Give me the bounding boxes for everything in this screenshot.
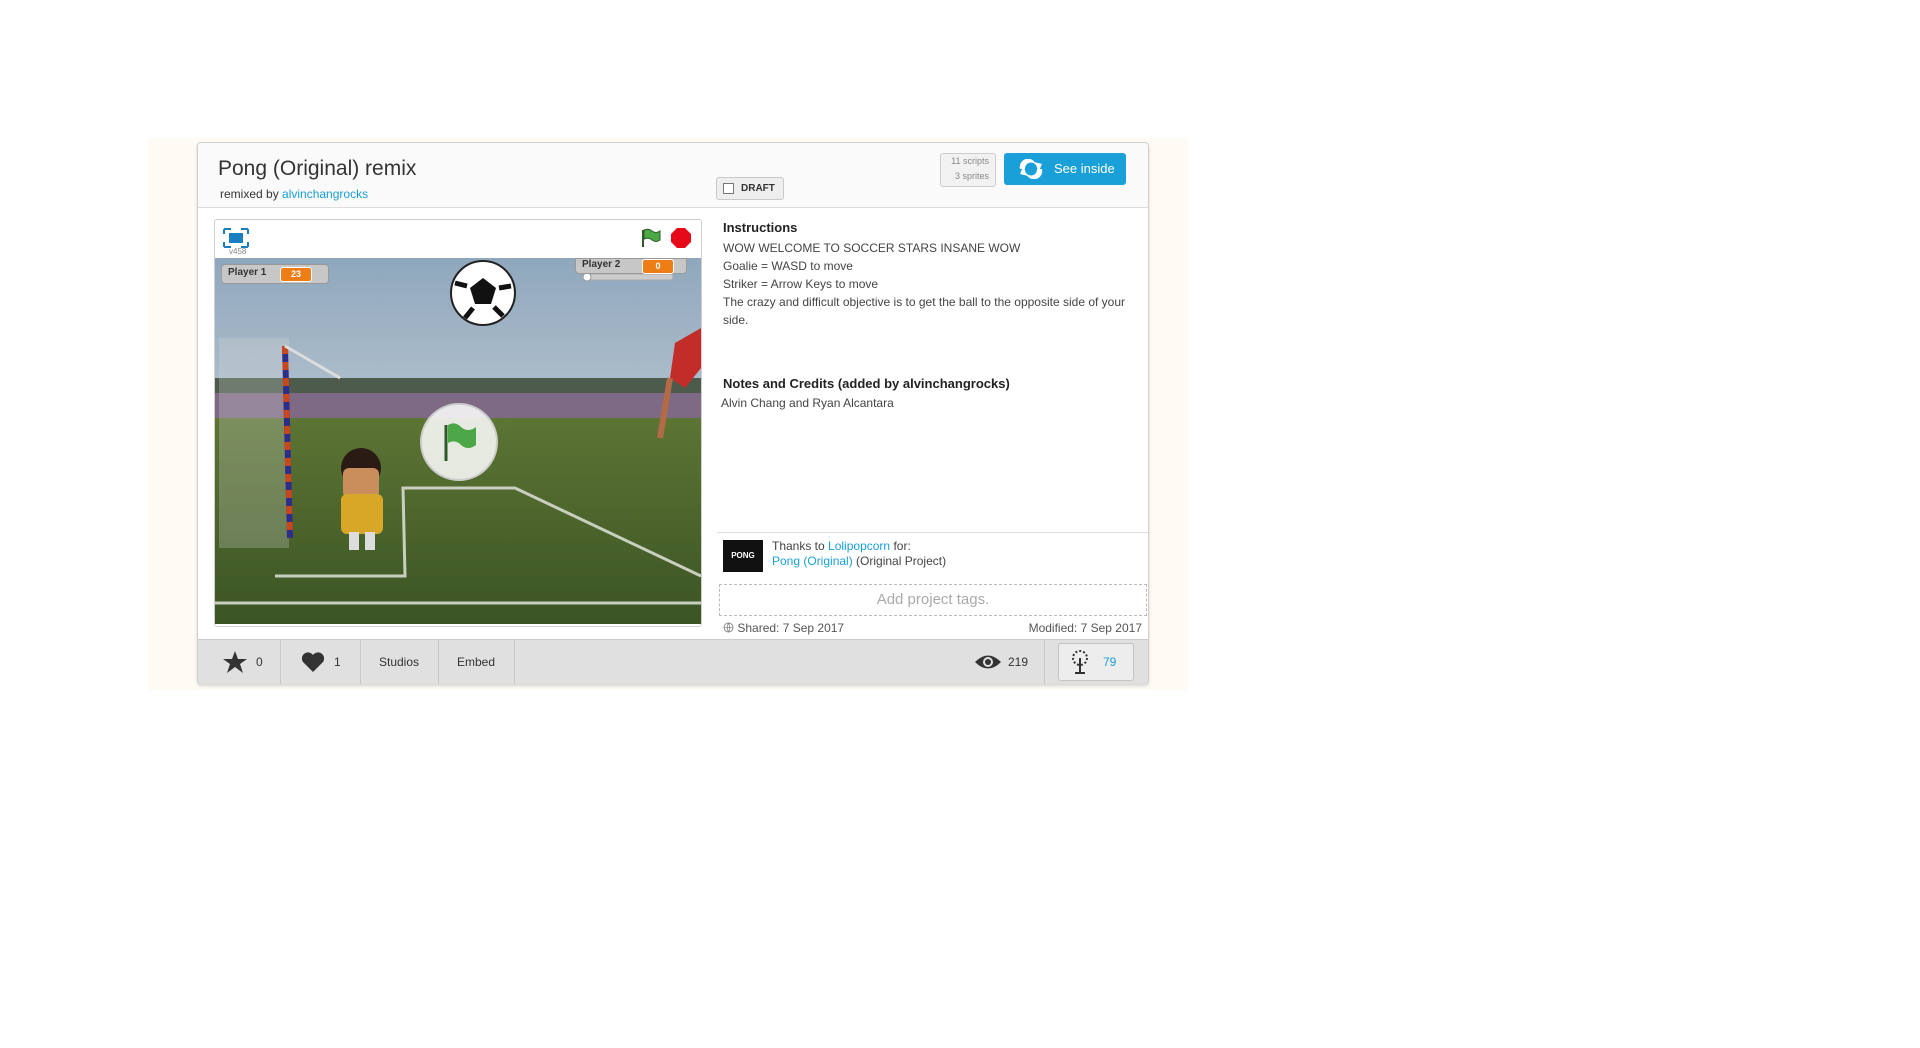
- shared-date: Shared: 7 Sep 2017: [723, 621, 844, 635]
- embed-button[interactable]: Embed: [438, 640, 515, 684]
- variable-monitor-player-1: Player 1 23: [221, 264, 329, 284]
- favorite-count: 0: [256, 655, 263, 669]
- instructions-line: WOW WELCOME TO SOCCER STARS INSANE WOW: [723, 241, 1021, 255]
- notes-title: Notes and Credits (added by alvinchangro…: [723, 376, 1010, 391]
- studios-button[interactable]: Studios: [360, 640, 439, 684]
- project-title[interactable]: Pong (Original) remix: [218, 157, 416, 181]
- monitor-value: 23: [280, 267, 312, 282]
- draft-checkbox[interactable]: DRAFT: [716, 177, 784, 200]
- star-icon: [223, 651, 247, 673]
- remix-count: 79: [1103, 655, 1117, 669]
- credits-box: PONG Thanks to Lolipopcorn for: Pong (Or…: [717, 532, 1148, 583]
- version-label: v458: [229, 247, 247, 256]
- favorite-button[interactable]: 0: [198, 640, 281, 684]
- stop-icon[interactable]: [671, 228, 691, 248]
- fullscreen-icon[interactable]: [223, 228, 249, 248]
- remix-tree-button[interactable]: 79: [1058, 643, 1134, 681]
- views-count: 219: [1008, 655, 1029, 669]
- remix-tree-icon: [1072, 650, 1088, 674]
- globe-icon: [723, 622, 734, 633]
- thanks-for: for:: [893, 539, 911, 553]
- remix-arrows-icon: [1019, 159, 1043, 179]
- project-stats-bar: 0 1 Studios Embed 219 79: [198, 639, 1148, 684]
- green-flag-icon[interactable]: [639, 228, 661, 248]
- instructions-line: The crazy and difficult objective is to …: [723, 295, 1126, 327]
- add-tags-input[interactable]: Add project tags.: [719, 584, 1147, 616]
- divider: [1044, 640, 1045, 684]
- player-controls: v458: [215, 220, 701, 256]
- scripts-count: 11 scripts: [951, 156, 989, 166]
- original-project-line: Pong (Original) (Original Project): [772, 554, 946, 568]
- thanks-prefix: Thanks to: [772, 539, 825, 553]
- project-counts: 11 scripts 3 sprites: [940, 153, 996, 187]
- original-project-suffix: (Original Project): [856, 554, 947, 568]
- love-button[interactable]: 1: [280, 640, 361, 684]
- monitor-name: Player 1: [228, 267, 267, 278]
- thanks-user-link[interactable]: Lolipopcorn: [828, 539, 890, 553]
- project-player: v458 Player 1 23 Player 2 0: [214, 219, 702, 627]
- see-inside-label: See inside: [1054, 161, 1115, 176]
- modified-date: Modified: 7 Sep 2017: [1028, 621, 1142, 635]
- sprites-count: 3 sprites: [954, 171, 989, 181]
- love-count: 1: [334, 655, 341, 669]
- project-panel: Pong (Original) remix remixed by alvinch…: [197, 142, 1149, 684]
- original-project-link[interactable]: Pong (Original): [772, 554, 853, 568]
- monitor-value: 0: [642, 259, 674, 274]
- variable-monitor-player-2: Player 2 0: [575, 258, 687, 274]
- author-link[interactable]: alvinchangrocks: [282, 187, 368, 201]
- project-header: Pong (Original) remix remixed by alvinch…: [198, 143, 1148, 208]
- shared-text: Shared: 7 Sep 2017: [737, 621, 845, 635]
- instructions-line: Striker = Arrow Keys to move: [723, 277, 879, 291]
- eye-icon: [975, 655, 1001, 669]
- see-inside-button[interactable]: See inside: [1004, 153, 1126, 185]
- instructions-line: Goalie = WASD to move: [723, 259, 853, 273]
- embed-label: Embed: [456, 655, 496, 669]
- green-flag-icon: [444, 423, 476, 461]
- draft-label: DRAFT: [741, 183, 775, 194]
- notes-text[interactable]: Alvin Chang and Ryan Alcantara: [721, 396, 894, 410]
- checkbox-icon: [723, 183, 734, 194]
- stage[interactable]: Player 1 23 Player 2 0: [215, 258, 701, 624]
- heart-icon: [301, 652, 325, 672]
- monitor-name: Player 2: [582, 259, 621, 270]
- instructions-title: Instructions: [723, 220, 798, 235]
- remixed-by-label: remixed by: [220, 187, 279, 201]
- thanks-line: Thanks to Lolipopcorn for:: [772, 539, 911, 553]
- instructions-text[interactable]: WOW WELCOME TO SOCCER STARS INSANE WOW G…: [723, 239, 1139, 329]
- remixed-by: remixed by alvinchangrocks: [220, 187, 368, 201]
- original-project-thumbnail[interactable]: PONG: [723, 540, 763, 572]
- start-overlay-button[interactable]: [420, 403, 498, 481]
- studios-label: Studios: [378, 655, 420, 669]
